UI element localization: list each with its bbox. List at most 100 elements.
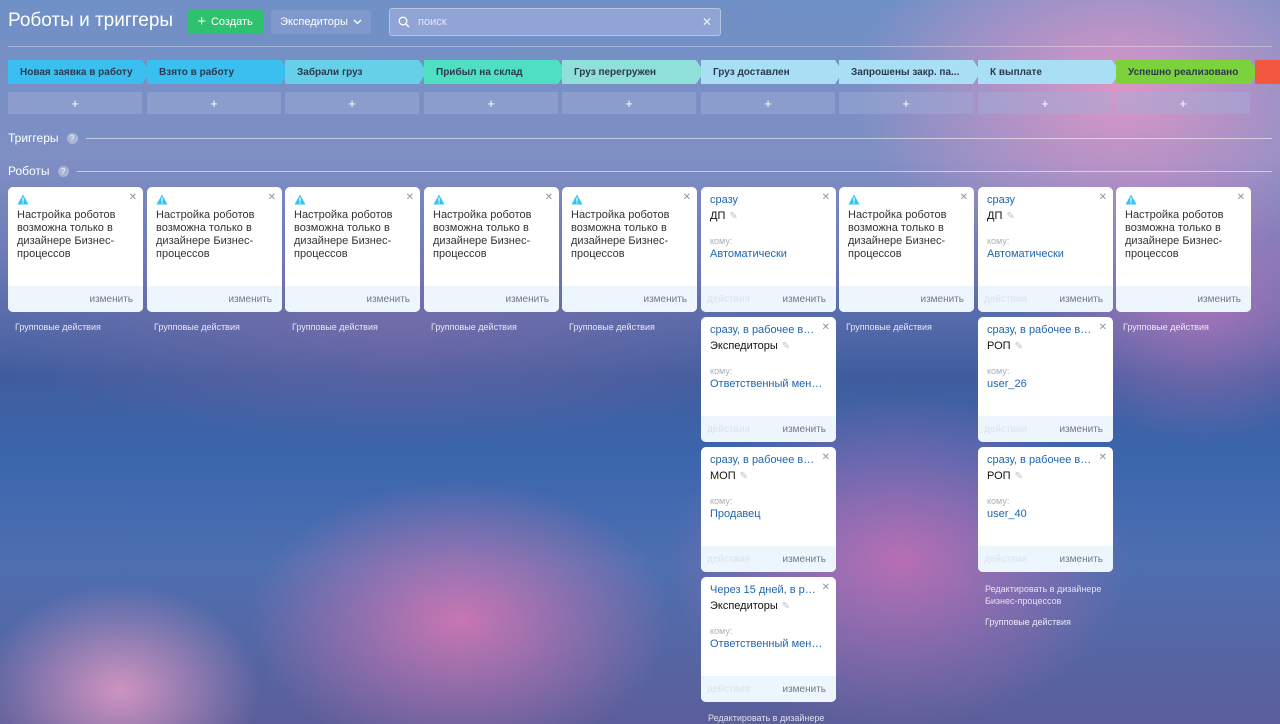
add-robot-button[interactable]: + (562, 92, 696, 114)
pencil-icon[interactable]: ✎ (782, 341, 790, 352)
stage[interactable] (1255, 60, 1280, 84)
change-link[interactable]: изменить (1059, 554, 1103, 565)
pencil-icon[interactable]: ✎ (1015, 471, 1023, 482)
change-link[interactable]: изменить (1059, 294, 1103, 305)
pencil-icon[interactable]: ✎ (1015, 341, 1023, 352)
group-actions-link[interactable]: Групповые действия (1123, 322, 1209, 332)
create-button[interactable]: + Создать (187, 10, 263, 34)
help-icon[interactable]: ? (66, 132, 78, 144)
robot-delay[interactable]: сразу, в рабочее время (710, 454, 820, 466)
add-robot-button[interactable]: + (701, 92, 835, 114)
change-link[interactable]: изменить (782, 294, 826, 305)
change-link[interactable]: изменить (782, 424, 826, 435)
edit-in-designer-link[interactable]: Редактировать в дизайнере (708, 712, 833, 724)
close-icon[interactable]: ✕ (822, 322, 830, 333)
group-actions-link[interactable]: Групповые действия (985, 617, 1071, 627)
close-icon[interactable]: ✕ (406, 192, 414, 203)
close-icon[interactable]: ✕ (822, 192, 830, 203)
add-robot-button[interactable]: + (1116, 92, 1250, 114)
stage[interactable]: Груз доставлен (701, 60, 843, 84)
responsible-link[interactable]: Автоматически (987, 248, 1105, 260)
change-link[interactable]: изменить (505, 294, 549, 305)
responsible-link[interactable]: Продавец (710, 508, 828, 520)
change-link[interactable]: изменить (782, 554, 826, 565)
pencil-icon[interactable]: ✎ (782, 601, 790, 612)
change-link[interactable]: изменить (366, 294, 410, 305)
robot-card[interactable]: сразу ✕ ДП ✎ кому: Автоматически действия… (701, 187, 836, 312)
search-input[interactable] (418, 16, 694, 28)
robot-card-warning[interactable]: ✕ Настройка роботов возможна только в ди… (839, 187, 974, 312)
robot-card-warning[interactable]: ✕ Настройка роботов возможна только в ди… (285, 187, 420, 312)
robot-delay[interactable]: сразу, в рабочее время (987, 454, 1097, 466)
robot-card[interactable]: Через 15 дней, в рабочее время ✕ Экспеди… (701, 577, 836, 702)
stage[interactable]: Взято в работу (147, 60, 289, 84)
close-icon[interactable]: ✕ (1237, 192, 1245, 203)
stage[interactable]: Успешно реализовано (1116, 60, 1258, 84)
robot-delay[interactable]: сразу (987, 194, 1097, 206)
responsible-link[interactable]: Ответственный менеджер (710, 378, 828, 390)
robot-delay[interactable]: Через 15 дней, в рабочее время (710, 584, 820, 596)
add-robot-button[interactable]: + (147, 92, 281, 114)
add-robot-button[interactable]: + (839, 92, 973, 114)
add-robot-button[interactable]: + (978, 92, 1112, 114)
search-box[interactable]: ✕ (389, 8, 721, 36)
close-icon[interactable]: ✕ (960, 192, 968, 203)
robot-delay[interactable]: сразу, в рабочее время (710, 324, 820, 336)
stage[interactable]: К выплате (978, 60, 1120, 84)
responsible-link[interactable]: Ответственный менеджер (710, 638, 828, 650)
close-icon[interactable]: ✕ (129, 192, 137, 203)
robot-card-warning[interactable]: ✕ Настройка роботов возможна только в ди… (147, 187, 282, 312)
section-divider (85, 137, 1272, 139)
robot-card-warning[interactable]: ✕ Настройка роботов возможна только в ди… (424, 187, 559, 312)
pencil-icon[interactable]: ✎ (740, 471, 748, 482)
close-icon[interactable]: ✕ (1099, 192, 1107, 203)
add-robot-button[interactable]: + (8, 92, 142, 114)
pencil-icon[interactable]: ✎ (1006, 211, 1014, 222)
robot-card-warning[interactable]: ✕ Настройка роботов возможна только в ди… (562, 187, 697, 312)
robot-card[interactable]: сразу ✕ ДП ✎ кому: Автоматически действия… (978, 187, 1113, 312)
stage[interactable]: Прибыл на склад (424, 60, 566, 84)
group-actions-link[interactable]: Групповые действия (154, 322, 240, 332)
help-icon[interactable]: ? (57, 165, 69, 177)
stage[interactable]: Забрали груз (285, 60, 427, 84)
robot-card[interactable]: сразу, в рабочее время ✕ РОП ✎ кому: user… (978, 317, 1113, 442)
close-icon[interactable]: ✕ (268, 192, 276, 203)
add-robot-button[interactable]: + (424, 92, 558, 114)
change-link[interactable]: изменить (1197, 294, 1241, 305)
change-link[interactable]: изменить (228, 294, 272, 305)
change-link[interactable]: изменить (1059, 424, 1103, 435)
robot-card-warning[interactable]: ✕ Настройка роботов возможна только в ди… (1116, 187, 1251, 312)
close-icon[interactable]: ✕ (822, 582, 830, 593)
add-robot-button[interactable]: + (285, 92, 419, 114)
change-link[interactable]: изменить (920, 294, 964, 305)
close-icon[interactable]: ✕ (545, 192, 553, 203)
pencil-icon[interactable]: ✎ (729, 211, 737, 222)
group-actions-link[interactable]: Групповые действия (569, 322, 655, 332)
robot-delay[interactable]: сразу, в рабочее время (987, 324, 1097, 336)
group-actions-link[interactable]: Групповые действия (292, 322, 378, 332)
robot-card[interactable]: сразу, в рабочее время ✕ Экспедиторы ✎ ко… (701, 317, 836, 442)
category-dropdown[interactable]: Экспедиторы (271, 10, 371, 34)
close-icon[interactable]: ✕ (683, 192, 691, 203)
close-icon[interactable]: ✕ (1099, 322, 1107, 333)
group-actions-link[interactable]: Групповые действия (15, 322, 101, 332)
robot-delay[interactable]: сразу (710, 194, 820, 206)
close-icon[interactable]: ✕ (1099, 452, 1107, 463)
robot-card[interactable]: сразу, в рабочее время ✕ РОП ✎ кому: user… (978, 447, 1113, 572)
robot-card[interactable]: сразу, в рабочее время ✕ МОП ✎ кому: Прод… (701, 447, 836, 572)
stage[interactable]: Груз перегружен (562, 60, 704, 84)
responsible-link[interactable]: user_26 (987, 378, 1105, 390)
responsible-link[interactable]: Автоматически (710, 248, 828, 260)
edit-in-designer-link[interactable]: Редактировать в дизайнере Бизнес-процесс… (985, 583, 1110, 607)
close-icon[interactable]: ✕ (822, 452, 830, 463)
change-link[interactable]: изменить (643, 294, 687, 305)
clear-search-icon[interactable]: ✕ (702, 15, 712, 29)
group-actions-link[interactable]: Групповые действия (846, 322, 932, 332)
stage[interactable]: Запрошены закр. па... (839, 60, 981, 84)
stage[interactable]: Новая заявка в работу (8, 60, 150, 84)
robot-card-warning[interactable]: ✕ Настройка роботов возможна только в ди… (8, 187, 143, 312)
responsible-link[interactable]: user_40 (987, 508, 1105, 520)
change-link[interactable]: изменить (89, 294, 133, 305)
change-link[interactable]: изменить (782, 684, 826, 695)
group-actions-link[interactable]: Групповые действия (431, 322, 517, 332)
